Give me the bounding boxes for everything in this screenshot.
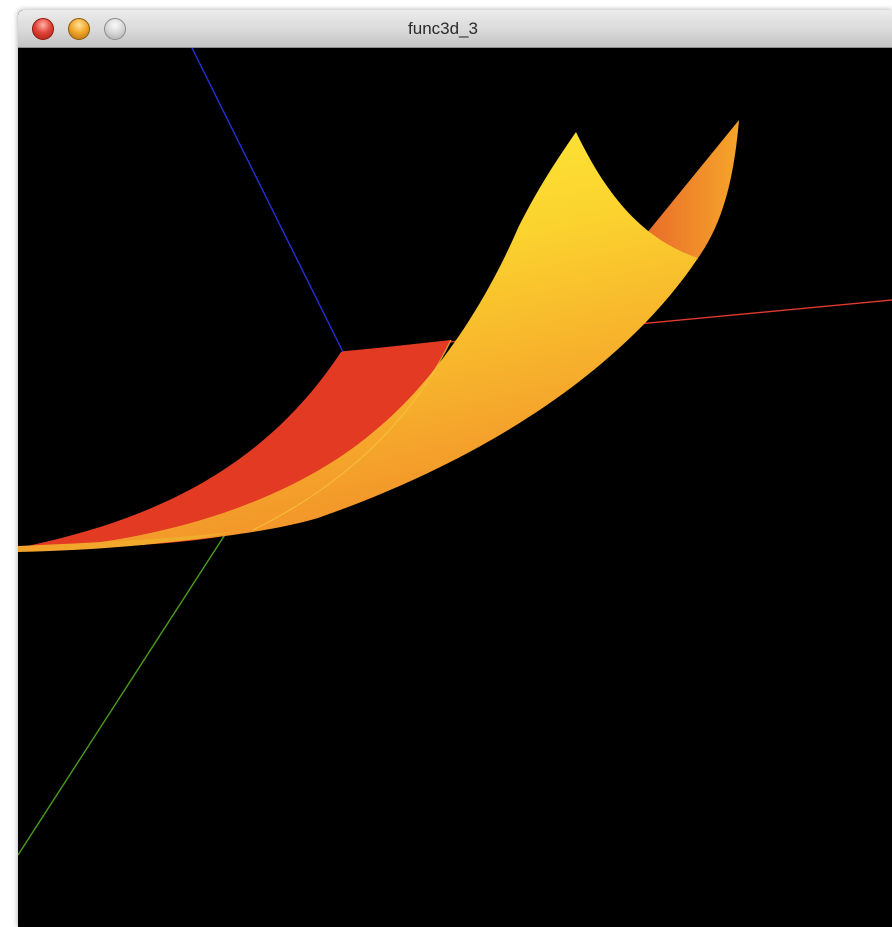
app-window: func3d_3	[18, 10, 892, 927]
z-axis-line	[191, 48, 344, 353]
3d-scene	[18, 48, 892, 856]
surface-yellow-face	[18, 132, 698, 550]
window-title: func3d_3	[408, 19, 478, 38]
title-bar[interactable]: func3d_3	[18, 10, 892, 48]
render-canvas[interactable]	[18, 48, 892, 927]
